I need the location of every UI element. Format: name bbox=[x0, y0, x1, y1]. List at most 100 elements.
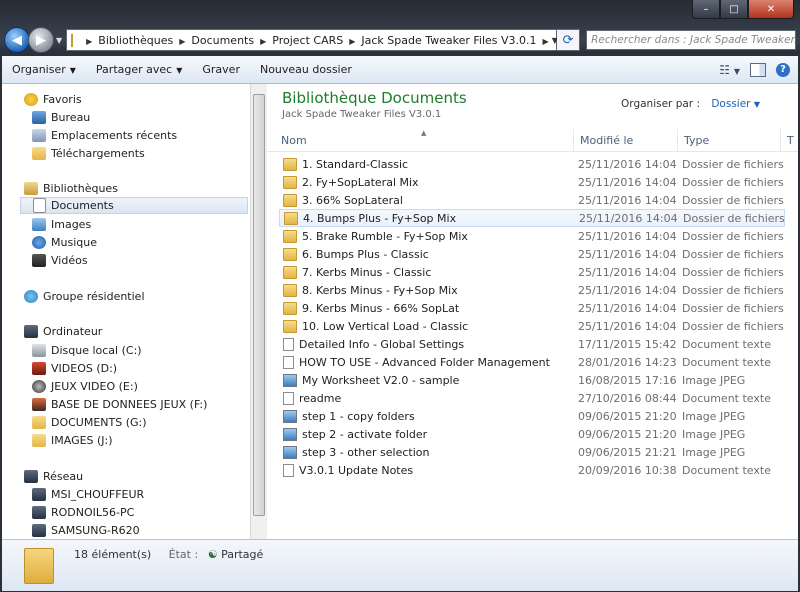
folder-icon bbox=[283, 193, 297, 207]
recent-pages-dropdown[interactable]: ▼ bbox=[56, 36, 62, 45]
tree-favorites[interactable]: Favoris bbox=[24, 91, 82, 108]
organize-button[interactable]: Organiser ▼ bbox=[2, 63, 86, 76]
file-row[interactable]: 5. Brake Rumble - Fy+Sop Mix 25/11/2016 1… bbox=[279, 227, 785, 245]
file-row[interactable]: 3. 66% SopLateral 25/11/2016 14:04 Dossier… bbox=[279, 191, 785, 209]
text-icon bbox=[283, 463, 294, 477]
file-date: 25/11/2016 14:04 bbox=[578, 193, 677, 207]
file-date: 25/11/2016 14:04 bbox=[578, 157, 677, 171]
tree-item-bureau[interactable]: Bureau bbox=[32, 109, 90, 126]
tree-item-network-0[interactable]: MSI_CHOUFFEUR bbox=[32, 486, 144, 503]
file-date: 16/08/2015 17:16 bbox=[578, 373, 677, 387]
address-bar[interactable]: ▶ Bibliothèques ▶ Documents ▶ Project CARS… bbox=[66, 29, 558, 51]
tree-item-drive-c[interactable]: Disque local (C:) bbox=[32, 342, 142, 359]
file-row[interactable]: HOW TO USE - Advanced Folder Management 2… bbox=[279, 353, 785, 371]
file-type: Dossier de fichiers bbox=[682, 229, 784, 243]
help-icon[interactable]: ? bbox=[776, 62, 790, 77]
file-type: Dossier de fichiers bbox=[682, 283, 784, 297]
tree-item-drive-f[interactable]: BASE DE DONNEES JEUX (F:) bbox=[32, 396, 207, 413]
file-row[interactable]: 6. Bumps Plus - Classic 25/11/2016 14:04 D… bbox=[279, 245, 785, 263]
breadcrumb-libraries[interactable]: Bibliothèques ▶ bbox=[95, 34, 188, 47]
back-arrow-icon: ◀ bbox=[11, 32, 22, 48]
file-row[interactable]: Detailed Info - Global Settings 17/11/201… bbox=[279, 335, 785, 353]
file-row[interactable]: 4. Bumps Plus - Fy+Sop Mix 25/11/2016 14:… bbox=[279, 209, 785, 227]
file-date: 27/10/2016 08:44 bbox=[578, 391, 677, 405]
view-options-icon[interactable]: ☷ ▼ bbox=[719, 63, 740, 77]
column-header-name[interactable]: Nom bbox=[275, 129, 574, 151]
drive-d-icon bbox=[32, 362, 46, 375]
file-type: Dossier de fichiers bbox=[682, 247, 784, 261]
details-pane: 18 élément(s) État : ☯ Partagé bbox=[2, 539, 798, 591]
share-with-button[interactable]: Partager avec ▼ bbox=[86, 63, 192, 76]
tree-item-recent-places[interactable]: Emplacements récents bbox=[32, 127, 177, 144]
tree-item-images[interactable]: Images bbox=[32, 216, 91, 233]
folder-icon bbox=[283, 229, 297, 243]
tree-item-network-2[interactable]: SAMSUNG-R620 bbox=[32, 522, 140, 539]
column-header-type[interactable]: Type bbox=[678, 129, 781, 151]
folder-icon bbox=[283, 265, 297, 279]
forward-button[interactable]: ▶ bbox=[27, 27, 54, 53]
breadcrumb-current-folder[interactable]: Jack Spade Tweaker Files V3.0.1 ▶ bbox=[358, 34, 551, 47]
file-type: Dossier de fichiers bbox=[682, 265, 784, 279]
navigation-bar: ◀ ▶ ▼ ▶ Bibliothèques ▶ Documents ▶ Projec… bbox=[4, 26, 796, 54]
file-date: 25/11/2016 14:04 bbox=[579, 211, 678, 225]
folder-icon bbox=[283, 175, 297, 189]
tree-item-downloads[interactable]: Téléchargements bbox=[32, 145, 145, 162]
file-row[interactable]: 7. Kerbs Minus - Classic 25/11/2016 14:04… bbox=[279, 263, 785, 281]
tree-libraries[interactable]: Bibliothèques bbox=[24, 180, 118, 197]
tree-item-drive-e[interactable]: JEUX VIDEO (E:) bbox=[32, 378, 138, 395]
image-icon bbox=[283, 409, 297, 423]
downloads-icon bbox=[32, 147, 46, 160]
minimize-button[interactable]: – bbox=[692, 0, 720, 19]
folder-icon bbox=[283, 247, 297, 261]
large-folder-icon bbox=[24, 548, 54, 584]
file-row[interactable]: step 2 - activate folder 09/06/2015 21:20… bbox=[279, 425, 785, 443]
image-icon bbox=[283, 373, 297, 387]
navpane-scrollbar[interactable] bbox=[250, 84, 267, 539]
tree-item-drive-j[interactable]: IMAGES (J:) bbox=[32, 432, 113, 449]
file-row[interactable]: 10. Low Vertical Load - Classic 25/11/201… bbox=[279, 317, 785, 335]
file-row[interactable]: My Worksheet V2.0 - sample 16/08/2015 17:… bbox=[279, 371, 785, 389]
file-row[interactable]: step 1 - copy folders 09/06/2015 21:20 Ima… bbox=[279, 407, 785, 425]
search-input[interactable]: Rechercher dans : Jack Spade Tweaker... … bbox=[586, 30, 796, 50]
text-icon bbox=[283, 355, 294, 369]
file-row[interactable]: 2. Fy+SopLateral Mix 25/11/2016 14:04 Doss… bbox=[279, 173, 785, 191]
file-name: 2. Fy+SopLateral Mix bbox=[283, 175, 419, 189]
burn-button[interactable]: Graver bbox=[192, 63, 250, 76]
tree-network[interactable]: Réseau bbox=[24, 468, 83, 485]
file-row[interactable]: readme 27/10/2016 08:44 Document texte bbox=[279, 389, 785, 407]
maximize-button[interactable]: □ bbox=[720, 0, 748, 19]
file-row[interactable]: 8. Kerbs Minus - Fy+Sop Mix 25/11/2016 14… bbox=[279, 281, 785, 299]
caption-buttons: – □ ✕ bbox=[692, 0, 794, 19]
refresh-button[interactable]: ⟳ bbox=[557, 29, 581, 51]
tree-item-videos[interactable]: Vidéos bbox=[32, 252, 88, 269]
file-row[interactable]: step 3 - other selection 09/06/2015 21:21… bbox=[279, 443, 785, 461]
breadcrumb-project-cars[interactable]: Project CARS ▶ bbox=[269, 34, 358, 47]
file-row[interactable]: 9. Kerbs Minus - 66% SopLat 25/11/2016 14… bbox=[279, 299, 785, 317]
file-type: Dossier de fichiers bbox=[682, 193, 784, 207]
breadcrumb-separator-root[interactable]: ▶ bbox=[77, 34, 95, 47]
file-name: 5. Brake Rumble - Fy+Sop Mix bbox=[283, 229, 468, 243]
file-row[interactable]: 1. Standard-Classic 25/11/2016 14:04 Dossi… bbox=[279, 155, 785, 173]
breadcrumb-documents[interactable]: Documents ▶ bbox=[188, 34, 269, 47]
preview-pane-icon[interactable] bbox=[750, 62, 766, 77]
file-date: 25/11/2016 14:04 bbox=[578, 319, 677, 333]
file-type: Document texte bbox=[682, 355, 771, 369]
tree-item-network-1[interactable]: RODNOIL56-PC bbox=[32, 504, 134, 521]
scrollbar-thumb[interactable] bbox=[253, 94, 265, 516]
column-header-size[interactable]: T bbox=[781, 129, 798, 151]
state-label: État : bbox=[168, 548, 199, 561]
close-button[interactable]: ✕ bbox=[748, 0, 794, 19]
tree-item-drive-g[interactable]: DOCUMENTS (G:) bbox=[32, 414, 147, 431]
column-header-modified[interactable]: Modifié le bbox=[574, 129, 678, 151]
new-folder-button[interactable]: Nouveau dossier bbox=[250, 63, 362, 76]
arrange-by-dropdown[interactable]: Dossier ▼ bbox=[711, 98, 760, 110]
file-row[interactable]: V3.0.1 Update Notes 20/09/2016 10:38 Docum… bbox=[279, 461, 785, 479]
tree-item-drive-d[interactable]: VIDEOS (D:) bbox=[32, 360, 117, 377]
tree-item-documents[interactable]: Documents bbox=[20, 197, 248, 214]
tree-item-music[interactable]: Musique bbox=[32, 234, 97, 251]
back-button[interactable]: ◀ bbox=[4, 27, 30, 53]
tree-computer[interactable]: Ordinateur bbox=[24, 323, 102, 340]
library-title: Bibliothèque Documents bbox=[282, 89, 467, 107]
tree-homegroup[interactable]: Groupe résidentiel bbox=[24, 288, 145, 305]
file-type: Image JPEG bbox=[682, 409, 746, 423]
